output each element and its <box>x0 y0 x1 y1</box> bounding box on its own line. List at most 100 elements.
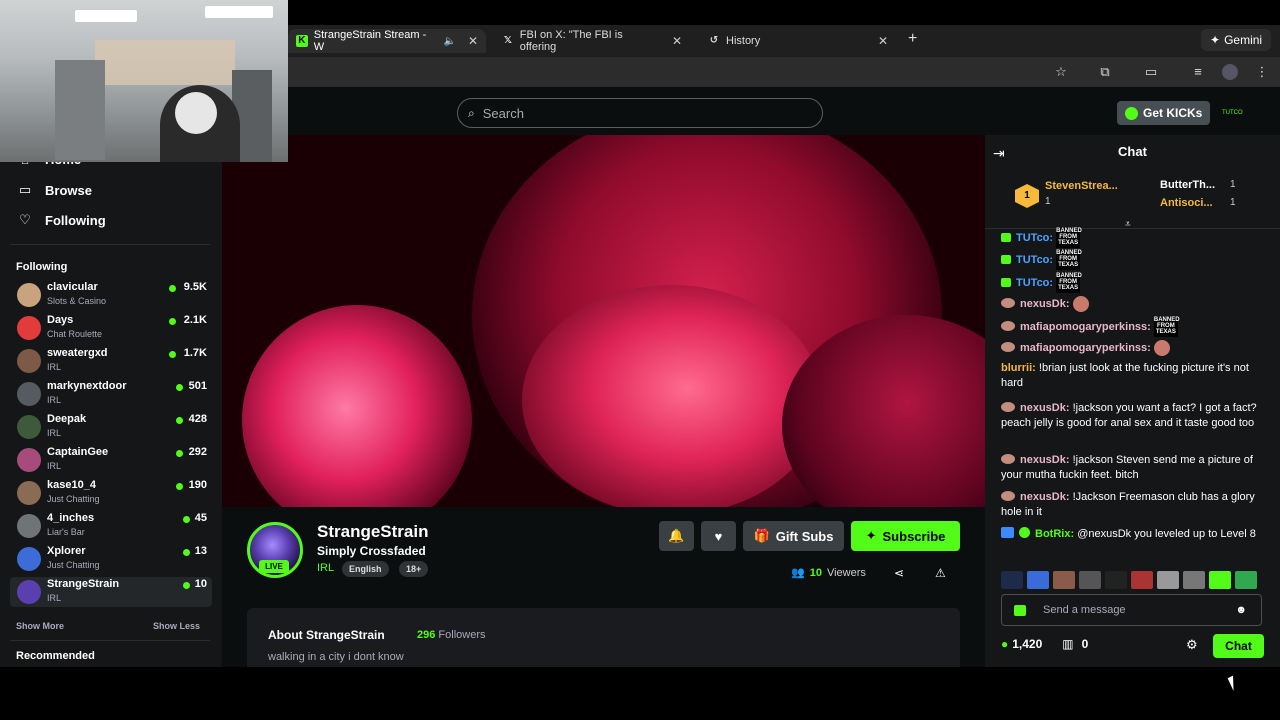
tag-pill[interactable]: 18+ <box>399 561 429 577</box>
chat-message: nexusDk: !jackson Steven send me a pictu… <box>1001 453 1261 483</box>
chat-username[interactable]: nexusDk <box>1020 402 1066 414</box>
tab-history[interactable]: ↺ History ✕ <box>700 29 896 53</box>
user-avatar[interactable]: TUTCO <box>1222 104 1243 122</box>
following-channel-item[interactable]: Days Chat Roulette 2.1K <box>10 313 212 343</box>
emote-icon[interactable] <box>1131 571 1153 589</box>
heart-icon: ♥ <box>714 528 723 544</box>
chat-username[interactable]: nexusDk <box>1020 298 1066 310</box>
following-channel-item[interactable]: Deepak IRL 428 <box>10 412 212 442</box>
tab-kick-stream[interactable]: K StrangeStrain Stream - W 🔈 ✕ <box>288 29 486 53</box>
followers-count: 296 Followers <box>417 629 486 641</box>
emote-icon[interactable] <box>1027 571 1049 589</box>
speaker-icon[interactable]: 🔈 <box>443 36 455 47</box>
viewer-count: 10 <box>194 578 207 590</box>
stream-title: Simply Crossfaded <box>317 544 426 558</box>
emote-icon[interactable] <box>1183 571 1205 589</box>
profile-avatar-icon[interactable] <box>1222 64 1238 80</box>
show-less-button[interactable]: Show Less <box>153 621 200 631</box>
video-frame-hand <box>242 305 472 507</box>
search-input[interactable]: ⌕ Search <box>457 98 823 128</box>
live-dot <box>169 318 176 325</box>
emote-image: BANNED FROM TEXAS <box>1056 228 1082 248</box>
subscribe-button[interactable]: ✦ Subscribe <box>851 521 960 551</box>
nav-label: Browse <box>45 182 92 198</box>
chat-message: nexusDk: !Jackson Freemason club has a g… <box>1001 490 1261 520</box>
gift-subs-button[interactable]: 🎁 Gift Subs <box>743 521 844 551</box>
user-badge-icon <box>1001 320 1015 331</box>
new-tab-button[interactable]: + <box>908 30 917 48</box>
gear-icon[interactable]: ⚙ <box>1186 637 1198 653</box>
nav-following[interactable]: ♡ Following <box>18 212 105 228</box>
bot-badge-icon <box>1001 527 1014 538</box>
chat-username[interactable]: TUTco <box>1016 254 1049 266</box>
gemini-button[interactable]: ✦ Gemini <box>1201 29 1272 51</box>
emote-icon[interactable] <box>1209 571 1231 589</box>
chat-username[interactable]: blurrii <box>1001 362 1032 374</box>
following-channel-item[interactable]: StrangeStrain IRL 10 <box>10 577 212 607</box>
chat-username[interactable]: mafiapomogaryperkinss <box>1020 321 1147 333</box>
leaderboard-user[interactable]: Antisoci... <box>1160 197 1213 209</box>
live-badge: LIVE <box>259 560 289 573</box>
notify-button[interactable]: 🔔 <box>659 521 694 551</box>
tag-pill[interactable]: English <box>342 561 389 577</box>
get-kicks-button[interactable]: Get KICKs <box>1117 101 1211 125</box>
show-more-button[interactable]: Show More <box>16 621 64 631</box>
emote-icon[interactable] <box>1105 571 1127 589</box>
chat-username[interactable]: TUTco <box>1016 277 1049 289</box>
following-channel-item[interactable]: sweatergxd IRL 1.7K <box>10 346 212 376</box>
avatar <box>17 316 41 340</box>
tab-x-post[interactable]: 𝕏 FBI on X: "The FBI is offering ✕ <box>494 29 690 53</box>
following-channel-item[interactable]: kase10_4 Just Chatting 190 <box>10 478 212 508</box>
close-tab-icon[interactable]: ✕ <box>672 34 682 48</box>
menu-icon[interactable]: ⋮ <box>1254 64 1270 80</box>
close-tab-icon[interactable]: ✕ <box>468 34 478 48</box>
screen-icon[interactable]: ▭ <box>1143 64 1159 80</box>
chat-username[interactable]: mafiapomogaryperkinss <box>1020 342 1147 354</box>
following-channel-item[interactable]: Xplorer Just Chatting 13 <box>10 544 212 574</box>
following-channel-item[interactable]: markynextdoor IRL 501 <box>10 379 212 409</box>
chat-footer: ● 1,420 ▥ 0 <box>1001 637 1088 651</box>
streamer-name[interactable]: StrangeStrain <box>317 522 428 542</box>
extensions-icon[interactable]: ⧉ <box>1097 64 1113 80</box>
following-channel-item[interactable]: 4_inches Liar's Bar 45 <box>10 511 212 541</box>
emote-icon[interactable] <box>1079 571 1101 589</box>
leaderboard-count: 1 <box>1230 197 1236 208</box>
viewer-count: 190 <box>188 479 207 491</box>
report-icon[interactable]: ⚠ <box>935 566 946 580</box>
chat-message-input[interactable]: Send a message ☻ <box>1001 594 1262 626</box>
follow-button[interactable]: ♥ <box>701 521 736 551</box>
store-button[interactable]: ▥ 0 <box>1062 637 1088 651</box>
leaderboard-user[interactable]: StevenStrea... <box>1045 180 1118 192</box>
avatar <box>17 481 41 505</box>
stream-category[interactable]: IRL <box>317 562 334 574</box>
channel-points[interactable]: ● 1,420 <box>1001 637 1042 651</box>
live-dot <box>169 285 176 292</box>
emote-icon[interactable] <box>1053 571 1075 589</box>
live-dot <box>169 351 176 358</box>
channel-name: markynextdoor <box>47 380 127 392</box>
chat-username[interactable]: nexusDk <box>1020 491 1066 503</box>
following-channel-item[interactable]: clavicular Slots & Casino 9.5K <box>10 280 212 310</box>
leaderboard-user[interactable]: ButterTh... <box>1160 179 1215 191</box>
chat-username[interactable]: nexusDk <box>1020 454 1066 466</box>
star-icon[interactable]: ☆ <box>1053 64 1069 80</box>
video-player[interactable] <box>222 135 985 507</box>
nav-browse[interactable]: ▭ Browse <box>18 182 92 198</box>
following-channel-item[interactable]: CaptainGee IRL 292 <box>10 445 212 475</box>
emote-icon[interactable] <box>1235 571 1257 589</box>
emote-icon[interactable] <box>1001 571 1023 589</box>
emote-icon[interactable] <box>1157 571 1179 589</box>
chat-leaderboard: 1 StevenStrea... 1 ButterTh... 1 Antisoc… <box>985 169 1280 230</box>
share-icon[interactable]: ⋖ <box>894 566 904 580</box>
chat-username[interactable]: BotRix <box>1035 528 1070 540</box>
leaderboard-count: 1 <box>1230 179 1236 190</box>
viewer-count: 428 <box>188 413 207 425</box>
media-icon[interactable]: ≡ <box>1190 64 1206 80</box>
gem-icon[interactable] <box>1014 604 1026 616</box>
chat-username[interactable]: TUTco <box>1016 232 1049 244</box>
send-chat-button[interactable]: Chat <box>1213 634 1264 658</box>
viewer-count: 2.1K <box>183 314 207 326</box>
close-tab-icon[interactable]: ✕ <box>878 34 888 48</box>
user-badge-icon <box>1001 402 1015 412</box>
emoji-icon[interactable]: ☻ <box>1235 604 1247 616</box>
